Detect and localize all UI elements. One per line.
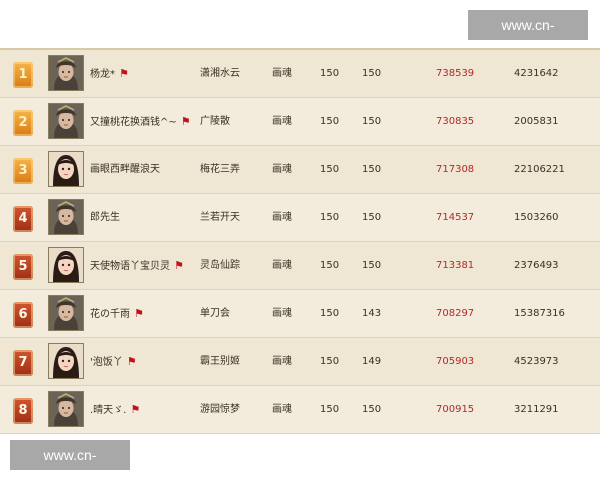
player-name[interactable]: 郎先生	[90, 194, 120, 242]
player-name-text: 杨龙*	[90, 69, 115, 80]
rank-badge: 4	[13, 206, 33, 232]
lady-portrait-icon[interactable]	[48, 151, 84, 187]
player-name-text: 又撞桃花换酒钱^~	[90, 117, 177, 128]
class-name: 画魂	[272, 68, 292, 79]
power-value: 2376493	[514, 260, 559, 271]
rank-badge: 3	[13, 158, 33, 184]
watermark-bottom: www.cn-cljt.com	[10, 440, 130, 493]
sub-level-value: 150	[362, 164, 382, 175]
rank-badge: 2	[13, 110, 33, 136]
sub-level-value: 150	[362, 68, 382, 79]
class-name: 画魂	[272, 212, 292, 223]
guild-name: 霸王别姬	[200, 356, 240, 367]
sub-level-value: 150	[362, 260, 382, 271]
power-value: 4523973	[514, 356, 559, 367]
power-value: 1503260	[514, 212, 559, 223]
warrior-portrait-icon[interactable]	[48, 391, 84, 427]
guild-name: 潇湘水云	[200, 68, 240, 79]
warrior-portrait-icon[interactable]	[48, 103, 84, 139]
player-name[interactable]: 又撞桃花换酒钱^~ ⚑	[90, 98, 191, 146]
class-name: 画魂	[272, 164, 292, 175]
guild-name: 兰若开天	[200, 212, 240, 223]
score-value: 700915	[436, 404, 475, 415]
warrior-portrait-icon[interactable]	[48, 295, 84, 331]
power-value: 4231642	[514, 68, 559, 79]
player-name-text: 天使物语丫宝贝灵	[90, 261, 170, 272]
score-value: 705903	[436, 356, 475, 367]
player-name-text: '泡饭丫	[90, 357, 123, 368]
level-value: 150	[320, 68, 340, 79]
red-flag-icon: ⚑	[174, 259, 184, 272]
player-name-text: .晴天ゞ.	[90, 405, 127, 416]
ranking-row[interactable]: 5 天使物语丫宝贝灵 ⚑ 灵岛仙踪 画魂 150 150 713381 2376493	[0, 242, 600, 290]
player-name[interactable]: 花の千雨 ⚑	[90, 290, 144, 338]
player-name-text: 画眼西畔醒浪天	[90, 164, 160, 175]
power-value: 22106221	[514, 164, 565, 175]
player-name[interactable]: 画眼西畔醒浪天	[90, 146, 160, 194]
class-name: 画魂	[272, 260, 292, 271]
power-value: 2005831	[514, 116, 559, 127]
power-value: 3211291	[514, 404, 559, 415]
sub-level-value: 143	[362, 308, 382, 319]
ranking-row[interactable]: 1 杨龙* ⚑ 潇湘水云 画魂 150 150 738539 4231642	[0, 50, 600, 98]
sub-level-value: 150	[362, 116, 382, 127]
player-name-text: 花の千雨	[90, 309, 130, 320]
level-value: 150	[320, 116, 340, 127]
lady-portrait-icon[interactable]	[48, 247, 84, 283]
sub-level-value: 150	[362, 404, 382, 415]
level-value: 150	[320, 308, 340, 319]
score-value: 714537	[436, 212, 475, 223]
warrior-portrait-icon[interactable]	[48, 199, 84, 235]
player-name[interactable]: .晴天ゞ. ⚑	[90, 386, 140, 434]
ranking-row[interactable]: 4 郎先生 兰若开天 画魂 150 150 714537 1503260	[0, 194, 600, 242]
score-value: 717308	[436, 164, 475, 175]
sub-level-value: 149	[362, 356, 382, 367]
class-name: 画魂	[272, 404, 292, 415]
rank-badge: 5	[13, 254, 33, 280]
score-value: 713381	[436, 260, 475, 271]
rank-badge: 6	[13, 302, 33, 328]
class-name: 画魂	[272, 116, 292, 127]
level-value: 150	[320, 404, 340, 415]
red-flag-icon: ⚑	[126, 355, 137, 368]
score-value: 708297	[436, 308, 475, 319]
player-name[interactable]: '泡饭丫 ⚑	[90, 338, 137, 386]
ranking-row[interactable]: 8 .晴天ゞ. ⚑ 游园惊梦 画魂 150 150 700915 3211291	[0, 386, 600, 434]
player-name[interactable]: 杨龙* ⚑	[90, 50, 129, 98]
guild-name: 游园惊梦	[200, 404, 240, 415]
level-value: 150	[320, 356, 340, 367]
guild-name: 单刀会	[200, 308, 230, 319]
guild-name: 灵岛仙踪	[200, 260, 240, 271]
rank-badge: 8	[13, 398, 33, 424]
player-name[interactable]: 天使物语丫宝贝灵 ⚑	[90, 242, 184, 290]
red-flag-icon: ⚑	[119, 67, 129, 80]
red-flag-icon: ⚑	[130, 403, 141, 416]
red-flag-icon: ⚑	[180, 115, 191, 128]
guild-name: 广陵散	[200, 116, 230, 127]
sub-level-value: 150	[362, 212, 382, 223]
red-flag-icon: ⚑	[134, 307, 144, 320]
lady-portrait-icon[interactable]	[48, 343, 84, 379]
ranking-row[interactable]: 7 '泡饭丫 ⚑ 霸王别姬 画魂 150 149 705903 4523973	[0, 338, 600, 386]
ranking-board: 1 杨龙* ⚑ 潇湘水云 画魂 150 150 738539 4231642 2 又撞桃花换酒钱^~…	[0, 48, 600, 434]
rank-badge: 7	[13, 350, 33, 376]
score-value: 730835	[436, 116, 475, 127]
level-value: 150	[320, 212, 340, 223]
ranking-row[interactable]: 3 画眼西畔醒浪天 梅花三弄 画魂 150 150 717308 22106221	[0, 146, 600, 194]
warrior-portrait-icon[interactable]	[48, 55, 84, 91]
watermark-top: www.cn-cljt.com	[468, 10, 588, 63]
player-name-text: 郎先生	[90, 212, 120, 223]
ranking-row[interactable]: 2 又撞桃花换酒钱^~ ⚑ 广陵散 画魂 150 150 730835 2005831	[0, 98, 600, 146]
level-value: 150	[320, 164, 340, 175]
score-value: 738539	[436, 68, 475, 79]
power-value: 15387316	[514, 308, 565, 319]
class-name: 画魂	[272, 356, 292, 367]
ranking-row[interactable]: 6 花の千雨 ⚑ 单刀会 画魂 150 143 708297 15387316	[0, 290, 600, 338]
guild-name: 梅花三弄	[200, 164, 240, 175]
class-name: 画魂	[272, 308, 292, 319]
level-value: 150	[320, 260, 340, 271]
rank-badge: 1	[13, 62, 33, 88]
